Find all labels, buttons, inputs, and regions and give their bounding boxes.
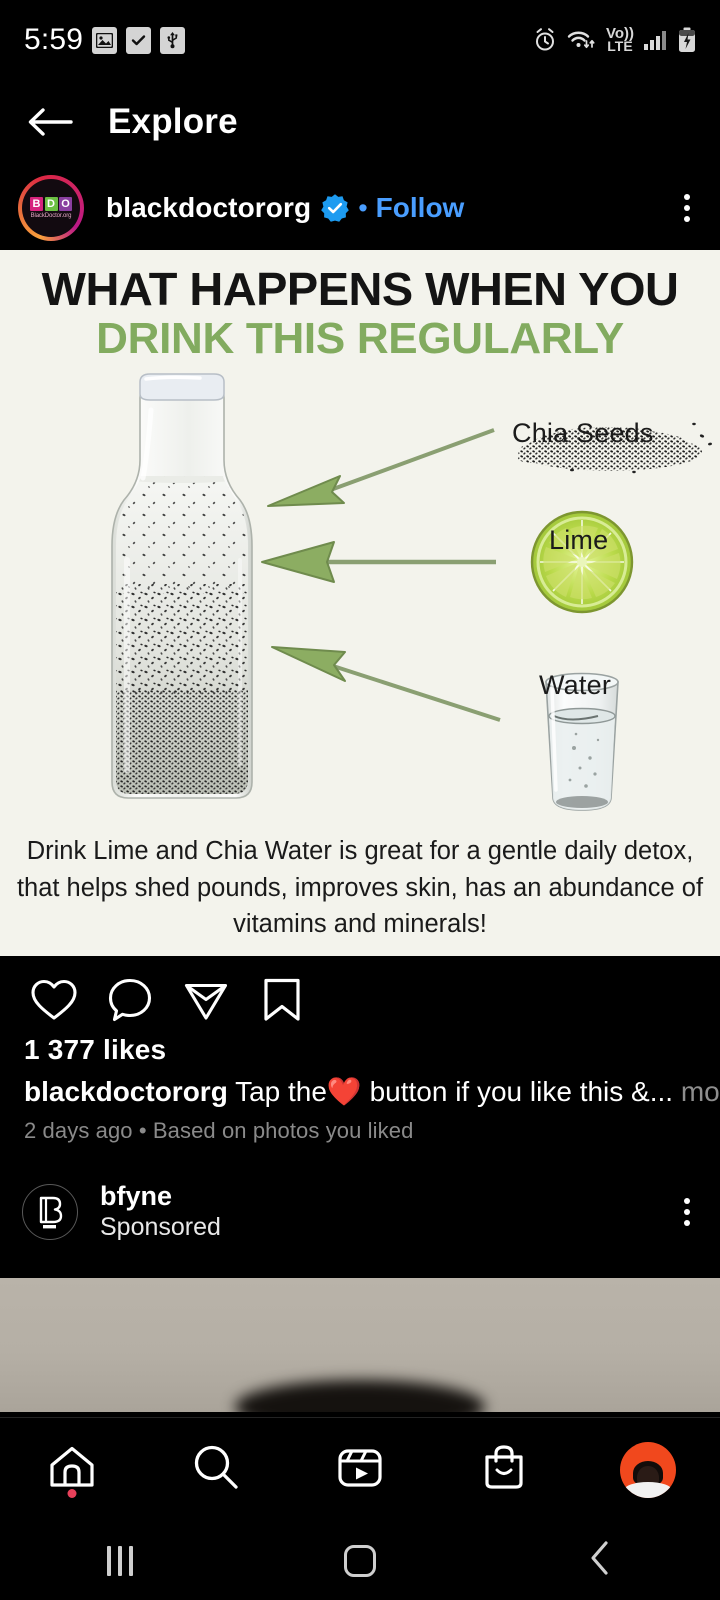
wifi-icon [567, 28, 597, 52]
recents-icon [107, 1545, 133, 1576]
caption-author[interactable]: blackdoctororg [24, 1076, 228, 1107]
caption-more-button[interactable]: more [673, 1076, 720, 1107]
avatar-letter-o: O [59, 197, 72, 212]
post-image[interactable]: WHAT HAPPENS WHEN YOU DRINK THIS REGULAR… [0, 250, 720, 956]
image-caption-line-1: Drink Lime and Chia Water is great for a… [26, 837, 694, 866]
heart-icon[interactable] [24, 970, 84, 1030]
home-icon [48, 1445, 96, 1494]
sponsored-label: Sponsored [100, 1213, 221, 1242]
label-lime: Lime [549, 525, 609, 555]
label-chia-seeds: Chia Seeds [512, 418, 654, 448]
verified-badge-icon [320, 193, 350, 223]
sponsored-name[interactable]: bfyne [100, 1182, 221, 1212]
sponsored-text-block: bfyne Sponsored [100, 1182, 221, 1241]
image-caption: Drink Lime and Chia Water is great for a… [0, 833, 720, 942]
explore-header: Explore [0, 80, 720, 164]
signal-icon [643, 29, 669, 51]
nav-shop[interactable] [458, 1431, 550, 1509]
image-icon [92, 26, 118, 54]
android-home-button[interactable] [300, 1531, 420, 1591]
post-caption: blackdoctororg Tap the❤️ button if you l… [24, 1074, 720, 1110]
shop-icon [482, 1443, 526, 1496]
separator-dot: • [358, 192, 368, 223]
avatar-letter-d: D [44, 197, 58, 212]
status-bar: 5:59 Vo)) LTE [0, 0, 720, 80]
sponsored-post-header: bfyne Sponsored [0, 1176, 720, 1248]
headline-line-2: DRINK THIS REGULARLY [96, 313, 624, 363]
home-notification-badge [67, 1488, 77, 1498]
avatar-subtitle: BlackDoctor.org [30, 212, 72, 219]
caption-text: Tap the❤️ button if you like this &... [227, 1076, 674, 1107]
post-header: B D O BlackDoctor.org blackdoctororg • F… [0, 166, 720, 250]
nav-reels[interactable] [314, 1431, 406, 1509]
post-meta: 2 days ago • Based on photos you liked [24, 1118, 414, 1143]
image-caption-line-2: that helps shed pounds, improves skin, h… [16, 873, 704, 902]
nav-search[interactable] [170, 1431, 262, 1509]
bottom-navigation-bar [0, 1417, 720, 1521]
android-back-button[interactable] [540, 1531, 660, 1591]
infographic-illustration: Chia Seeds Lime Water [0, 370, 720, 840]
post-author-name[interactable]: blackdoctororg [106, 192, 311, 224]
sponsored-post-image[interactable] [0, 1278, 720, 1412]
alarm-icon [532, 27, 558, 53]
checkbox-icon [126, 26, 152, 54]
profile-avatar [620, 1441, 676, 1498]
sponsored-avatar[interactable] [22, 1184, 78, 1240]
post-action-bar [0, 962, 720, 1038]
post-options-icon[interactable] [674, 184, 700, 232]
image-caption-line-3: vitamins and minerals! [233, 909, 487, 938]
label-water: Water [539, 670, 612, 700]
usb-icon [160, 26, 186, 54]
home-button-icon [344, 1544, 376, 1577]
sponsored-image-subject [235, 1380, 485, 1412]
android-navigation-bar [0, 1521, 720, 1600]
sponsored-options-icon[interactable] [674, 1188, 700, 1236]
nav-home[interactable] [26, 1431, 118, 1509]
instagram-explore-screen: 5:59 Vo)) LTE Explore B D O BlackDoctor.… [0, 0, 720, 1600]
back-button-icon [587, 1540, 613, 1581]
status-bar-left: 5:59 [24, 23, 186, 57]
status-bar-right: Vo)) LTE [532, 26, 696, 54]
share-icon[interactable] [176, 970, 236, 1030]
network-type-label: LTE [607, 38, 633, 54]
image-headline: WHAT HAPPENS WHEN YOU DRINK THIS REGULAR… [0, 250, 720, 362]
avatar-letter-b: B [30, 197, 43, 212]
illustration-labels: Chia Seeds Lime Water [0, 370, 720, 840]
back-arrow-icon[interactable] [24, 96, 76, 148]
search-icon [193, 1444, 239, 1495]
page-title: Explore [108, 102, 238, 141]
avatar[interactable]: B D O BlackDoctor.org [18, 175, 84, 241]
android-recents-button[interactable] [60, 1531, 180, 1591]
status-time: 5:59 [24, 23, 84, 56]
follow-button[interactable]: Follow [376, 192, 465, 224]
likes-count[interactable]: 1 377 likes [24, 1034, 166, 1066]
reels-icon [336, 1444, 384, 1495]
avatar-body [624, 1481, 672, 1498]
headline-line-1: WHAT HAPPENS WHEN YOU [41, 263, 679, 315]
nav-profile[interactable] [602, 1431, 694, 1509]
comment-icon[interactable] [100, 970, 160, 1030]
bookmark-icon[interactable] [252, 970, 312, 1030]
volte-indicator: Vo)) LTE [606, 26, 634, 54]
battery-charging-icon [678, 27, 696, 53]
